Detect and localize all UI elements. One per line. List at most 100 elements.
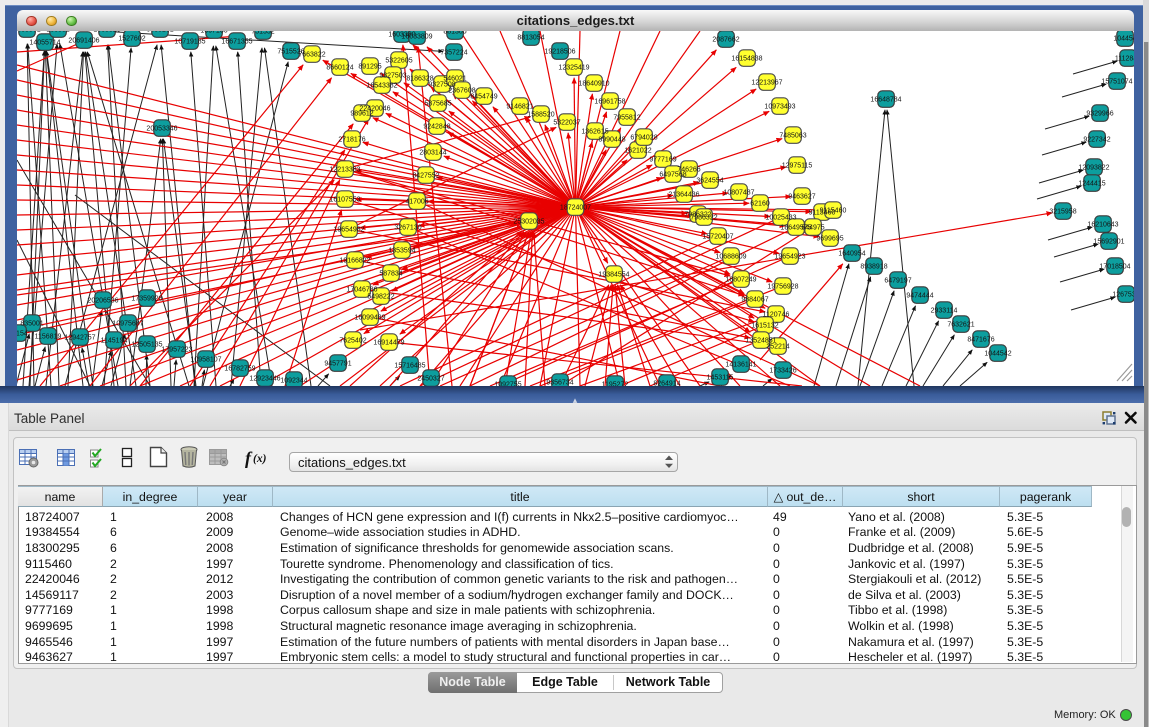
- svg-text:1112843: 1112843: [1115, 56, 1134, 63]
- svg-text:989612: 989612: [350, 111, 373, 118]
- svg-text:5322037: 5322037: [553, 120, 580, 127]
- svg-text:881305: 881305: [443, 31, 466, 36]
- svg-text:20206536: 20206536: [87, 298, 118, 305]
- svg-text:14136141: 14136141: [725, 362, 756, 369]
- svg-text:7955812: 7955812: [613, 115, 640, 122]
- svg-text:16099489: 16099489: [354, 315, 385, 322]
- svg-text:7632621: 7632621: [947, 322, 974, 329]
- svg-text:9457791: 9457791: [324, 361, 351, 368]
- svg-text:10958107: 10958107: [190, 357, 221, 364]
- svg-text:16107553: 16107553: [329, 197, 360, 204]
- svg-text:9777169: 9777169: [649, 157, 676, 164]
- svg-text:1092344: 1092344: [280, 378, 307, 385]
- svg-text:12213967: 12213967: [751, 80, 782, 87]
- svg-text:9699695: 9699695: [816, 236, 843, 243]
- svg-text:8454749: 8454749: [470, 94, 497, 101]
- svg-text:746266: 746266: [677, 167, 700, 174]
- svg-text:20691406: 20691406: [68, 38, 99, 45]
- svg-text:10807487: 10807487: [723, 190, 754, 197]
- svg-text:20053346: 20053346: [146, 126, 177, 133]
- svg-text:1588520: 1588520: [527, 112, 554, 119]
- svg-text:1267534: 1267534: [1112, 292, 1134, 299]
- svg-text:1044542: 1044542: [984, 351, 1011, 358]
- svg-text:5498222: 5498222: [367, 294, 394, 301]
- svg-text:12505135: 12505135: [131, 342, 162, 349]
- svg-text:12213383: 12213383: [329, 167, 360, 174]
- svg-text:17957223: 17957223: [161, 347, 192, 354]
- svg-text:417006: 417006: [405, 199, 428, 206]
- svg-text:2087662: 2087662: [712, 37, 739, 44]
- svg-text:12923446: 12923446: [249, 376, 280, 383]
- svg-text:19166822: 19166822: [339, 258, 370, 265]
- svg-text:12325419: 12325419: [558, 65, 589, 72]
- svg-text:1353594: 1353594: [388, 248, 415, 255]
- svg-text:9884067: 9884067: [741, 297, 768, 304]
- svg-text:16782759: 16782759: [224, 366, 255, 373]
- svg-text:6466161: 6466161: [146, 31, 173, 34]
- svg-text:8990448: 8990448: [598, 137, 625, 144]
- svg-text:2718176: 2718176: [338, 137, 365, 144]
- svg-text:9474444: 9474444: [906, 293, 933, 300]
- svg-text:1120746: 1120746: [763, 312, 790, 319]
- svg-text:8660124: 8660124: [326, 65, 353, 72]
- svg-text:644975: 644975: [801, 225, 824, 232]
- svg-text:1621022: 1621022: [624, 148, 651, 155]
- svg-text:1665326: 1665326: [93, 31, 120, 34]
- svg-text:1640954: 1640954: [838, 251, 865, 258]
- svg-text:10973493: 10973493: [764, 104, 795, 111]
- svg-text:12975115: 12975115: [782, 163, 813, 170]
- svg-text:15692901: 15692901: [1093, 239, 1124, 246]
- svg-text:2450327: 2450327: [417, 376, 444, 383]
- svg-text:2803144: 2803144: [419, 150, 446, 157]
- svg-text:1195272: 1195272: [602, 382, 629, 387]
- svg-text:587834: 587834: [379, 271, 402, 278]
- svg-text:1615132: 1615132: [751, 323, 778, 330]
- svg-text:21364436: 21364436: [668, 192, 699, 199]
- svg-text:10688609: 10688609: [715, 254, 746, 261]
- svg-text:7663822: 7663822: [298, 52, 325, 59]
- svg-text:1092755: 1092755: [494, 382, 521, 387]
- svg-text:14055714: 14055714: [29, 40, 60, 47]
- svg-text:19756928: 19756928: [767, 284, 798, 291]
- svg-text:9115460: 9115460: [820, 208, 847, 215]
- svg-text:3624554: 3624554: [696, 178, 723, 185]
- svg-text:7625402: 7625402: [339, 338, 366, 345]
- svg-text:16210643: 16210643: [1087, 222, 1118, 229]
- svg-text:16914479: 16914479: [373, 340, 404, 347]
- svg-text:8427552: 8427552: [412, 173, 439, 180]
- svg-text:9227342: 9227342: [1083, 137, 1110, 144]
- svg-text:19654923: 19654923: [774, 254, 805, 261]
- svg-text:1145194: 1145194: [101, 338, 128, 345]
- svg-text:3215958: 3215958: [1049, 209, 1076, 216]
- svg-text:10719185: 10719185: [174, 39, 205, 46]
- svg-text:1527602: 1527602: [118, 36, 145, 43]
- svg-text:8938918: 8938918: [860, 264, 887, 271]
- svg-text:16154838: 16154838: [731, 56, 762, 63]
- svg-text:7357224: 7357224: [440, 50, 467, 57]
- svg-text:10975687: 10975687: [112, 321, 143, 328]
- svg-text:5322605: 5322605: [385, 58, 412, 65]
- svg-text:18807249: 18807249: [725, 277, 756, 284]
- svg-text:8471676: 8471676: [967, 337, 994, 344]
- svg-text:19654982: 19654982: [333, 227, 364, 234]
- svg-text:9329966: 9329966: [1086, 111, 1113, 118]
- svg-text:835001: 835001: [20, 321, 43, 328]
- svg-text:18640910: 18640910: [578, 81, 609, 88]
- svg-text:12093822: 12093822: [1078, 165, 1109, 172]
- svg-text:18724007: 18724007: [560, 205, 591, 212]
- svg-text:252214: 252214: [766, 344, 789, 351]
- svg-text:16671355: 16671355: [221, 39, 252, 46]
- svg-text:15720407: 15720407: [702, 234, 733, 241]
- svg-text:2405571: 2405571: [17, 31, 41, 34]
- svg-text:9327503: 9327503: [379, 73, 406, 80]
- svg-text:546021: 546021: [443, 76, 466, 83]
- svg-text:16033809: 16033809: [401, 34, 432, 41]
- svg-text:166532: 166532: [46, 31, 69, 34]
- svg-text:12942757: 12942757: [64, 335, 95, 342]
- svg-text:39154: 39154: [17, 331, 28, 338]
- svg-text:7986322: 7986322: [690, 215, 717, 222]
- svg-text:1362615: 1362615: [581, 129, 608, 136]
- svg-text:6794028: 6794028: [630, 135, 657, 142]
- svg-text:6479197: 6479197: [884, 278, 911, 285]
- svg-text:1453115: 1453115: [707, 375, 734, 382]
